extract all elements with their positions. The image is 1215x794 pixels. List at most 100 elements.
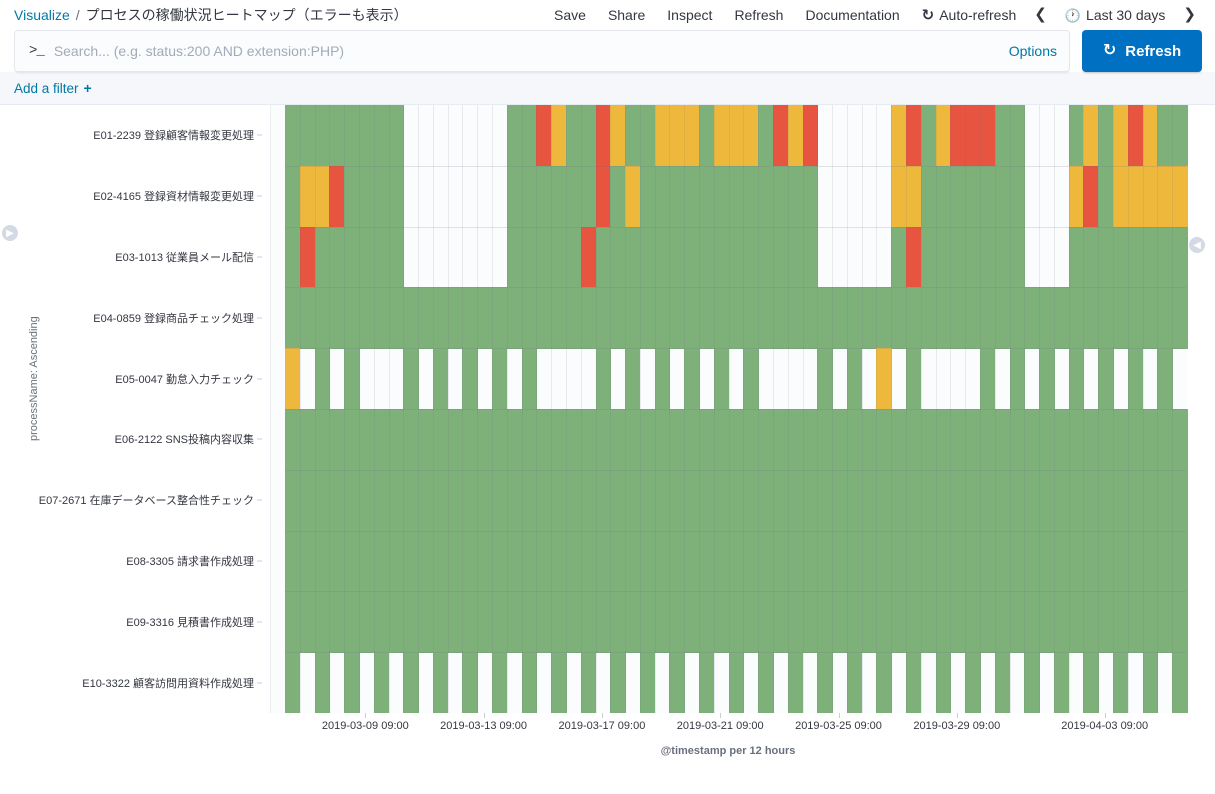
heatmap-cell[interactable] bbox=[1009, 469, 1025, 532]
heatmap-cell[interactable] bbox=[551, 652, 567, 714]
heatmap-cell[interactable] bbox=[477, 469, 493, 532]
heatmap-cell[interactable] bbox=[920, 105, 937, 167]
heatmap-cell[interactable] bbox=[654, 165, 671, 228]
heatmap-cell[interactable] bbox=[1157, 165, 1173, 228]
heatmap-cell[interactable] bbox=[418, 530, 434, 592]
heatmap-cell[interactable] bbox=[832, 409, 848, 471]
heatmap-cell[interactable] bbox=[285, 165, 301, 228]
heatmap-cell[interactable] bbox=[388, 469, 404, 532]
heatmap-cell[interactable] bbox=[758, 469, 774, 532]
heatmap-cell[interactable] bbox=[728, 165, 744, 228]
heatmap-cell[interactable] bbox=[1142, 652, 1158, 714]
heatmap-cell[interactable] bbox=[1127, 348, 1144, 410]
heatmap-cell[interactable] bbox=[1039, 591, 1055, 653]
heatmap-cell[interactable] bbox=[787, 105, 804, 167]
heatmap-cell[interactable] bbox=[935, 287, 951, 349]
heatmap-cell[interactable] bbox=[373, 165, 390, 228]
heatmap-cell[interactable] bbox=[580, 652, 597, 714]
heatmap-cell[interactable] bbox=[639, 105, 656, 167]
heatmap-cell[interactable] bbox=[950, 165, 966, 228]
heatmap-cell[interactable] bbox=[950, 287, 966, 349]
heatmap-cell[interactable] bbox=[432, 287, 449, 349]
heatmap-cell[interactable] bbox=[551, 591, 567, 653]
heatmap-cell[interactable] bbox=[699, 287, 715, 349]
refresh-button[interactable]: ↻ Refresh bbox=[1082, 30, 1202, 72]
heatmap-cell[interactable] bbox=[373, 530, 390, 592]
heatmap-cell[interactable] bbox=[1024, 287, 1040, 349]
heatmap-cell[interactable] bbox=[477, 591, 493, 653]
heatmap-cell[interactable] bbox=[1039, 409, 1055, 471]
heatmap-cell[interactable] bbox=[625, 591, 641, 653]
heatmap-cell[interactable] bbox=[1113, 105, 1129, 167]
heatmap-cell[interactable] bbox=[1053, 591, 1070, 653]
heatmap-cell[interactable] bbox=[787, 165, 804, 228]
heatmap-cell[interactable] bbox=[832, 469, 848, 532]
heatmap-cell[interactable] bbox=[565, 226, 582, 288]
heatmap-cell[interactable] bbox=[1009, 348, 1025, 410]
heatmap-cell[interactable] bbox=[299, 226, 316, 288]
heatmap-cell[interactable] bbox=[403, 469, 419, 532]
heatmap-cell[interactable] bbox=[403, 591, 419, 653]
heatmap-cell[interactable] bbox=[861, 469, 878, 532]
heatmap-cell[interactable] bbox=[1083, 165, 1099, 228]
heatmap-cell[interactable] bbox=[758, 287, 774, 349]
heatmap-cell[interactable] bbox=[1068, 530, 1085, 592]
heatmap-cell[interactable] bbox=[1113, 287, 1129, 349]
heatmap-cell[interactable] bbox=[358, 469, 375, 532]
heatmap-cell[interactable] bbox=[358, 409, 375, 471]
heatmap-cell[interactable] bbox=[891, 105, 907, 167]
heatmap-cell[interactable] bbox=[477, 409, 493, 471]
heatmap-cell[interactable] bbox=[935, 226, 951, 288]
heatmap-cell[interactable] bbox=[610, 105, 626, 167]
heatmap-cell[interactable] bbox=[876, 591, 892, 653]
heatmap-cell[interactable] bbox=[713, 409, 730, 471]
heatmap-cell[interactable] bbox=[1039, 530, 1055, 592]
heatmap-cell[interactable] bbox=[1009, 105, 1025, 167]
heatmap-cell[interactable] bbox=[802, 105, 818, 167]
heatmap-cell[interactable] bbox=[595, 469, 611, 532]
heatmap-cell[interactable] bbox=[876, 348, 892, 410]
heatmap-cell[interactable] bbox=[506, 591, 523, 653]
heatmap-cell[interactable] bbox=[1068, 348, 1085, 410]
heatmap-cell[interactable] bbox=[344, 469, 360, 532]
heatmap-cell[interactable] bbox=[344, 105, 360, 167]
heatmap-cell[interactable] bbox=[285, 226, 301, 288]
heatmap-cell[interactable] bbox=[965, 591, 981, 653]
heatmap-cell[interactable] bbox=[846, 530, 863, 592]
heatmap-cell[interactable] bbox=[772, 409, 789, 471]
heatmap-cell[interactable] bbox=[846, 409, 863, 471]
heatmap-cell[interactable] bbox=[314, 652, 330, 714]
heatmap-cell[interactable] bbox=[654, 105, 671, 167]
add-filter-button[interactable]: Add a filter + bbox=[14, 80, 92, 96]
heatmap-cell[interactable] bbox=[1024, 530, 1040, 592]
time-picker-button[interactable]: 🕐 Last 30 days bbox=[1054, 0, 1177, 30]
heatmap-cell[interactable] bbox=[817, 530, 833, 592]
heatmap-cell[interactable] bbox=[1053, 287, 1070, 349]
heatmap-cell[interactable] bbox=[669, 530, 685, 592]
heatmap-cell[interactable] bbox=[1083, 591, 1099, 653]
heatmap-cell[interactable] bbox=[285, 652, 301, 714]
heatmap-cell[interactable] bbox=[846, 652, 863, 714]
heatmap-cell[interactable] bbox=[565, 469, 582, 532]
heatmap-cell[interactable] bbox=[329, 226, 345, 288]
heatmap-cell[interactable] bbox=[669, 287, 685, 349]
heatmap-cell[interactable] bbox=[817, 287, 833, 349]
heatmap-cell[interactable] bbox=[639, 652, 656, 714]
heatmap-cell[interactable] bbox=[1083, 287, 1099, 349]
heatmap-cell[interactable] bbox=[743, 591, 759, 653]
heatmap-cell[interactable] bbox=[965, 652, 981, 714]
heatmap-cell[interactable] bbox=[329, 165, 345, 228]
heatmap-cell[interactable] bbox=[684, 591, 700, 653]
heatmap-cell[interactable] bbox=[994, 409, 1011, 471]
heatmap-cell[interactable] bbox=[669, 226, 685, 288]
heatmap-cell[interactable] bbox=[506, 165, 523, 228]
heatmap-cell[interactable] bbox=[536, 409, 552, 471]
heatmap-cell[interactable] bbox=[669, 591, 685, 653]
heatmap-cell[interactable] bbox=[536, 287, 552, 349]
heatmap-cell[interactable] bbox=[832, 591, 848, 653]
heatmap-cell[interactable] bbox=[654, 469, 671, 532]
heatmap-cell[interactable] bbox=[373, 226, 390, 288]
heatmap-cell[interactable] bbox=[625, 226, 641, 288]
heatmap-cell[interactable] bbox=[950, 469, 966, 532]
heatmap-cell[interactable] bbox=[920, 409, 937, 471]
